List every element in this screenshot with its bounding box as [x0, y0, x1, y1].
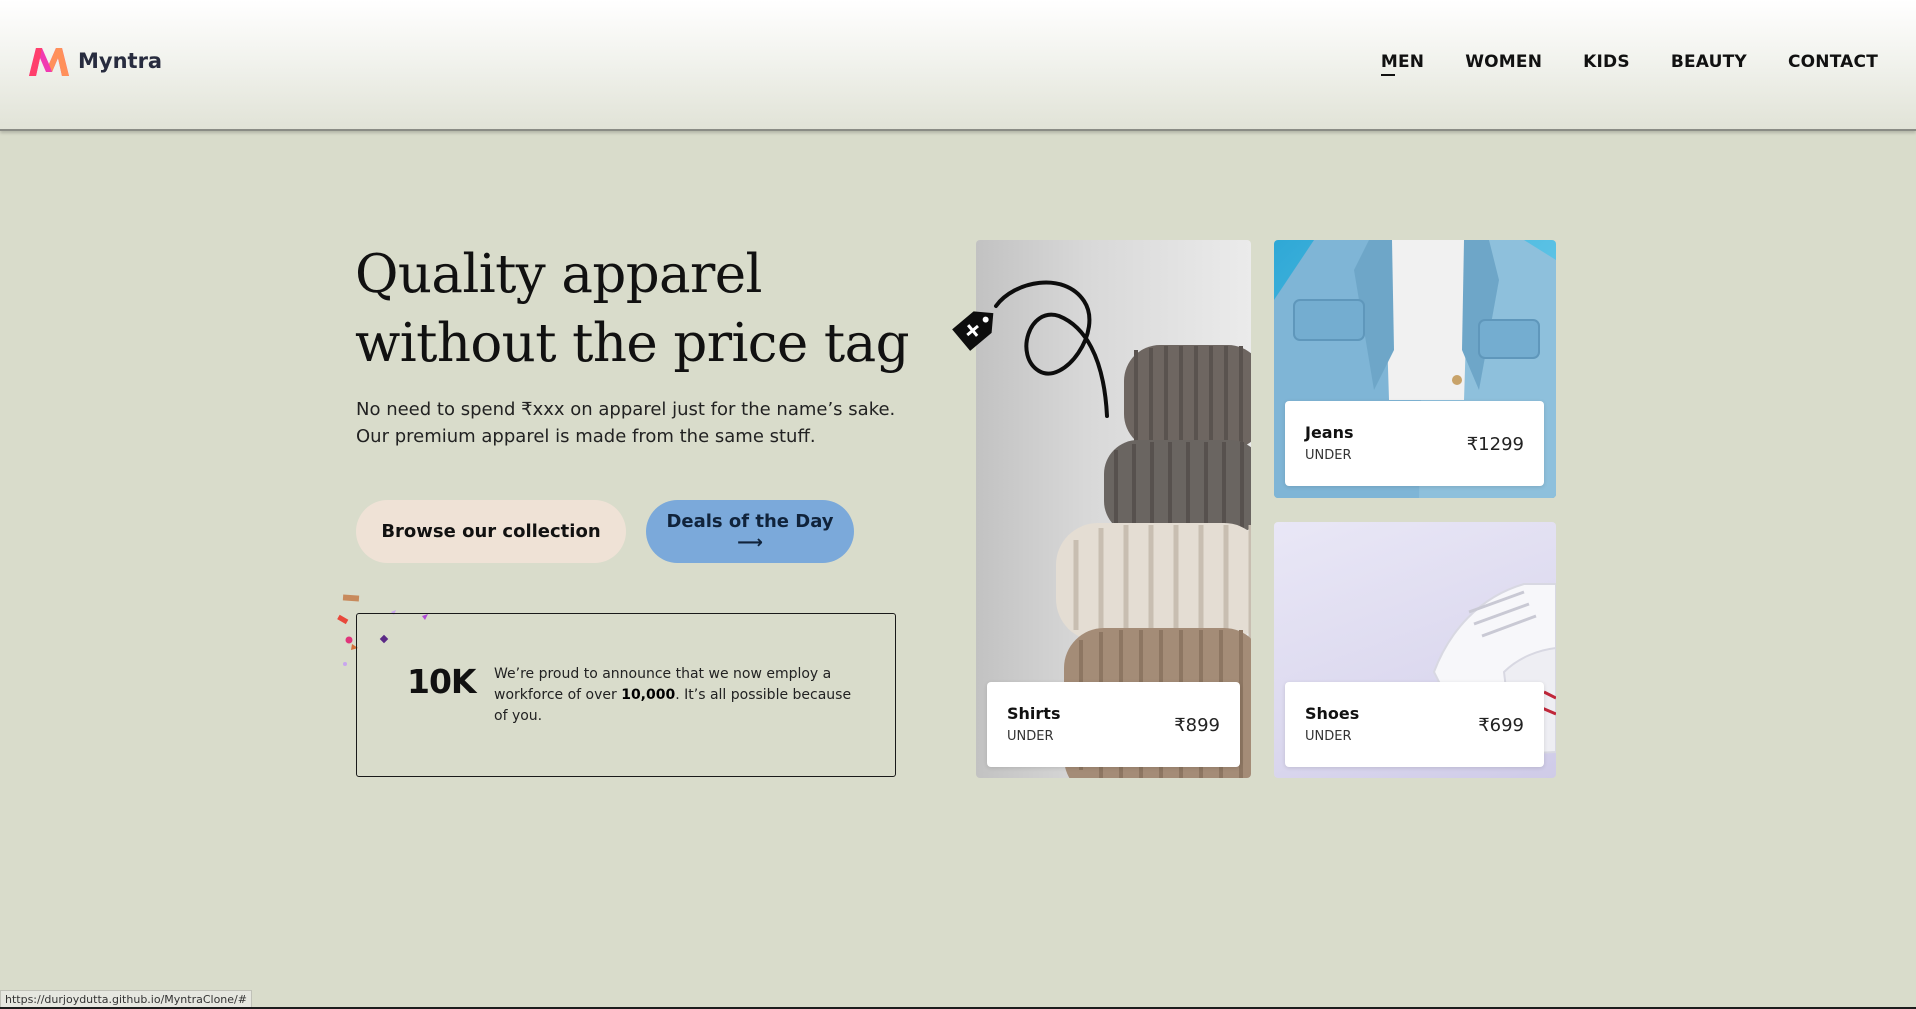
product-card-jeans[interactable]: Jeans UNDER ₹1299	[1274, 240, 1556, 498]
product-name-jeans: Jeans	[1305, 423, 1354, 442]
announcement-text-bold: 10,000	[621, 687, 676, 703]
hero-subtitle-line1: No need to spend ₹xxx on apparel just fo…	[356, 399, 896, 420]
nav-link-kids[interactable]: KIDS	[1583, 52, 1630, 76]
product-price-shirts: ₹899	[1174, 715, 1220, 736]
hero-title-line2: without the price tag	[355, 313, 910, 374]
product-name-shirts: Shirts	[1007, 704, 1061, 723]
hero-subtitle-line2: Our premium apparel is made from the sam…	[356, 426, 816, 447]
nav-link-women[interactable]: WOMEN	[1465, 52, 1542, 76]
nav-link-men[interactable]: MEN	[1380, 52, 1425, 76]
nav-link-beauty[interactable]: BEAUTY	[1671, 52, 1747, 76]
myntra-logo-link[interactable]: Myntra	[26, 44, 162, 78]
product-under-label: UNDER	[1305, 729, 1352, 744]
browse-collection-button[interactable]: Browse our collection	[356, 500, 626, 563]
product-card-shoes[interactable]: Shoes UNDER ₹699	[1274, 522, 1556, 778]
navbar: Myntra MEN WOMEN KIDS BEAUTY CONTACT	[0, 0, 1916, 131]
product-price-jeans: ₹1299	[1466, 434, 1524, 455]
product-under-label: UNDER	[1305, 448, 1352, 463]
product-under-label: UNDER	[1007, 729, 1054, 744]
workforce-count: 10K	[407, 662, 476, 701]
product-price-shoes: ₹699	[1478, 715, 1524, 736]
nav-link-contact[interactable]: CONTACT	[1788, 52, 1878, 76]
hero-title-line1: Quality apparel	[355, 244, 762, 305]
price-tag-icon	[952, 280, 1109, 418]
hero-title: Quality apparel without the price tag	[355, 240, 915, 378]
jeans-price-box: Jeans UNDER ₹1299	[1285, 401, 1544, 486]
deals-of-the-day-button[interactable]: Deals of the Day ⟶	[646, 500, 854, 563]
workforce-announcement-text: We’re proud to announce that we now empl…	[494, 664, 854, 727]
myntra-m-logo-icon	[29, 48, 69, 76]
brand-name: Myntra	[78, 49, 163, 73]
product-name-shoes: Shoes	[1305, 704, 1360, 723]
shirts-price-box: Shirts UNDER ₹899	[987, 682, 1240, 767]
workforce-announcement-card: 10K We’re proud to announce that we now …	[356, 613, 896, 777]
main-nav: MEN WOMEN KIDS BEAUTY CONTACT	[1380, 52, 1878, 76]
shoes-price-box: Shoes UNDER ₹699	[1285, 682, 1544, 767]
hero-subtitle: No need to spend ₹xxx on apparel just fo…	[356, 396, 916, 450]
